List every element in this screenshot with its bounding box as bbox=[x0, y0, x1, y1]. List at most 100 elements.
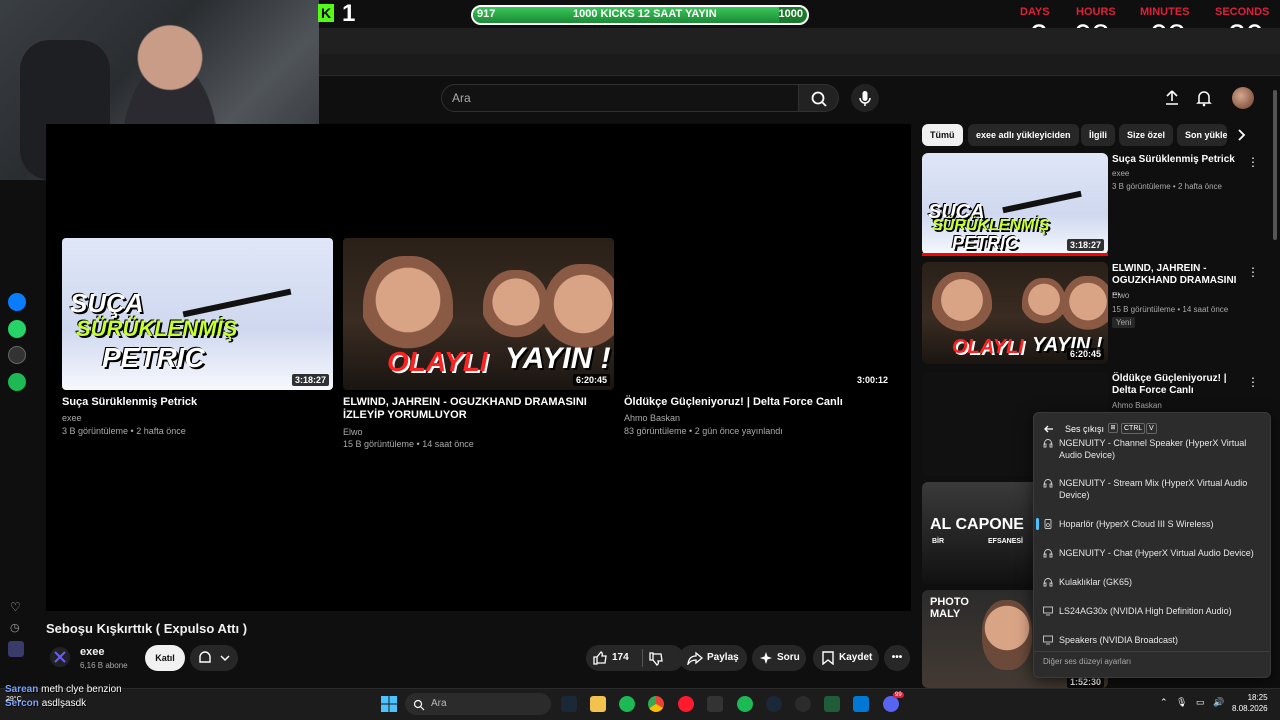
like-count[interactable]: 174 bbox=[612, 645, 629, 671]
system-clock[interactable]: 18:25 8.08.2026 bbox=[1232, 692, 1268, 714]
chevron-right-icon[interactable] bbox=[1236, 128, 1248, 142]
subscriber-count: 6,16 B abone bbox=[80, 661, 128, 670]
heart-icon[interactable]: ♡ bbox=[10, 600, 21, 614]
audio-device-list[interactable]: NGENUITY - Channel Speaker (HyperX Virtu… bbox=[1034, 435, 1270, 655]
sidebar-video-3-channel[interactable]: Ahmo Baskan bbox=[1112, 400, 1162, 412]
weather-widget[interactable]: 29°C bbox=[6, 696, 22, 703]
terminal-icon[interactable] bbox=[824, 696, 840, 712]
spotify-2-icon[interactable] bbox=[737, 696, 753, 712]
chrome-icon[interactable] bbox=[648, 696, 664, 712]
search-input[interactable]: Ara bbox=[441, 84, 799, 112]
audio-device-nvidia-broadcast[interactable]: Speakers (NVIDIA Broadcast) bbox=[1034, 634, 1270, 646]
spotify-taskbar-icon[interactable] bbox=[619, 696, 635, 712]
end-card-1-title[interactable]: Suça Sürüklenmiş Petrick bbox=[62, 396, 333, 409]
microphone-tray-icon[interactable]: 🎙 bbox=[1176, 697, 1187, 708]
duration-badge: 3:18:27 bbox=[1066, 239, 1104, 251]
end-card-2-thumbnail[interactable]: OLAYLI YAYIN ! 6:20:45 bbox=[343, 238, 614, 390]
windows-start-icon[interactable] bbox=[381, 696, 397, 712]
steam-icon[interactable] bbox=[561, 696, 577, 712]
bell-chevron-icon bbox=[199, 651, 230, 663]
kick-logo-icon: K bbox=[318, 4, 334, 22]
end-card-1-channel[interactable]: exee bbox=[62, 412, 82, 425]
upload-icon[interactable] bbox=[1163, 89, 1181, 107]
x-twitter-icon[interactable] bbox=[8, 346, 26, 364]
audio-device-channel-speaker[interactable]: NGENUITY - Channel Speaker (HyperX Virtu… bbox=[1034, 437, 1270, 461]
audio-device-chat[interactable]: NGENUITY - Chat (HyperX Virtual Audio De… bbox=[1034, 547, 1270, 559]
more-dots-icon: ••• bbox=[891, 652, 903, 663]
thumb-text-1: AL CAPONE bbox=[930, 516, 1024, 533]
subscription-bell-button[interactable] bbox=[190, 645, 238, 671]
store-icon[interactable] bbox=[853, 696, 869, 712]
opera-icon[interactable] bbox=[678, 696, 694, 712]
audio-device-ls24ag30x[interactable]: LS24AG30x (NVIDIA High Definition Audio) bbox=[1034, 605, 1270, 617]
sidebar-video-1-channel[interactable]: exee bbox=[1112, 168, 1129, 180]
chip-recently-uploaded[interactable]: Son yükle bbox=[1177, 124, 1227, 146]
audio-device-label: NGENUITY - Chat (HyperX Virtual Audio De… bbox=[1059, 548, 1254, 558]
steam-2-icon[interactable] bbox=[766, 696, 782, 712]
share-button[interactable]: Paylaş bbox=[679, 645, 747, 671]
sidebar-video-1-title[interactable]: Suça Sürüklenmiş Petrick bbox=[1112, 154, 1242, 166]
audio-device-label: NGENUITY - Channel Speaker (HyperX Virtu… bbox=[1059, 438, 1247, 460]
epic-games-icon[interactable] bbox=[707, 696, 723, 712]
audio-device-label: LS24AG30x (NVIDIA High Definition Audio) bbox=[1059, 606, 1232, 616]
chip-from-uploader[interactable]: exee adlı yükleyiciden bbox=[968, 124, 1079, 146]
audio-device-hyperx-cloud[interactable]: Hoparlör (HyperX Cloud III S Wireless) bbox=[1034, 518, 1270, 530]
sidebar-video-3-title[interactable]: Öldükçe Güçleniyoruz! | Delta Force Canl… bbox=[1112, 373, 1242, 397]
end-card-1-thumbnail[interactable]: SUÇA SÜRÜKLENMİŞ PETRIC 3:18:27 bbox=[62, 238, 333, 390]
chip-for-you[interactable]: Size özel bbox=[1119, 124, 1174, 146]
audio-device-stream-mix[interactable]: NGENUITY - Stream Mix (HyperX Virtual Au… bbox=[1034, 477, 1270, 501]
file-explorer-icon[interactable] bbox=[590, 696, 606, 712]
channel-avatar[interactable] bbox=[50, 647, 70, 667]
history-clock-icon[interactable]: ◷ bbox=[10, 621, 20, 634]
browser-address-bar[interactable] bbox=[319, 54, 1280, 76]
end-card-3-thumbnail[interactable]: 3:00:12 bbox=[624, 238, 895, 390]
back-arrow-icon[interactable] bbox=[1044, 424, 1054, 434]
audio-device-label: NGENUITY - Stream Mix (HyperX Virtual Au… bbox=[1059, 478, 1248, 500]
video-player[interactable]: SUÇA SÜRÜKLENMİŞ PETRIC 3:18:27 Suça Sür… bbox=[46, 124, 911, 611]
sidebar-video-1-thumbnail[interactable]: SUÇA SÜRÜKLENMİŞ PETRIC 3:18:27 bbox=[922, 153, 1108, 255]
sidebar-video-2-title[interactable]: ELWIND, JAHREIN - OGUZKHAND DRAMASINI ..… bbox=[1112, 263, 1242, 299]
end-card-3-channel[interactable]: Ahmo Baskan bbox=[624, 412, 680, 425]
timer-minutes-label: MINUTES bbox=[1140, 6, 1190, 18]
windows-key-icon: ⊞ bbox=[1108, 423, 1118, 433]
sidebar-video-3-menu-icon[interactable]: ⋮ bbox=[1247, 375, 1259, 389]
save-button[interactable]: Kaydet bbox=[813, 645, 879, 671]
taskbar-search-input[interactable]: Ara bbox=[405, 693, 551, 715]
headphones-icon bbox=[1043, 549, 1053, 558]
ask-button[interactable]: Soru bbox=[752, 645, 806, 671]
sidebar-video-1-menu-icon[interactable]: ⋮ bbox=[1247, 155, 1259, 169]
page-scrollbar[interactable] bbox=[1273, 90, 1277, 240]
thumbs-up-icon[interactable] bbox=[592, 650, 608, 666]
thumb-text-2: YAYIN ! bbox=[505, 342, 611, 375]
discord-icon[interactable] bbox=[883, 696, 899, 712]
xbox-icon[interactable] bbox=[795, 696, 811, 712]
whatsapp-icon[interactable] bbox=[8, 320, 26, 338]
thumbs-down-icon[interactable] bbox=[648, 651, 664, 667]
search-icon bbox=[811, 91, 827, 107]
wallet-icon[interactable] bbox=[8, 641, 24, 657]
end-card-3-title[interactable]: Öldükçe Güçleniyoruz! | Delta Force Canl… bbox=[624, 396, 895, 409]
sidebar-video-2-thumbnail[interactable]: OLAYLI YAYIN ! 6:20:45 bbox=[922, 262, 1108, 364]
end-card-2-title[interactable]: ELWIND, JAHREIN - OGUZKHAND DRAMASINI İZ… bbox=[343, 396, 618, 422]
account-avatar[interactable] bbox=[1232, 87, 1254, 109]
network-icon[interactable]: ▭ bbox=[1196, 697, 1205, 708]
sidebar-video-2-channel[interactable]: Elwo bbox=[1112, 290, 1129, 302]
chip-related[interactable]: İlgili bbox=[1081, 124, 1115, 146]
more-actions-button[interactable]: ••• bbox=[884, 645, 910, 671]
more-volume-settings-link[interactable]: Diğer ses düzeyi ayarları bbox=[1043, 657, 1131, 666]
shortcut-ctrl: CTRL bbox=[1121, 423, 1146, 434]
channel-name[interactable]: exee bbox=[80, 646, 104, 658]
sidebar-video-2-menu-icon[interactable]: ⋮ bbox=[1247, 265, 1259, 279]
tray-chevron-icon[interactable]: ⌃ bbox=[1160, 697, 1168, 708]
voice-search-button[interactable] bbox=[851, 84, 879, 112]
audio-device-gk65[interactable]: Kulaklıklar (GK65) bbox=[1034, 576, 1270, 588]
rifle-graphic bbox=[182, 288, 292, 318]
audio-output-panel: Ses çıkışı ⊞ CTRL V NGENUITY - Channel S… bbox=[1033, 412, 1271, 678]
notifications-bell-icon[interactable] bbox=[1195, 89, 1213, 107]
volume-icon[interactable]: 🔊 bbox=[1213, 697, 1224, 708]
spotify-icon[interactable] bbox=[8, 373, 26, 391]
chip-all[interactable]: Tümü bbox=[922, 124, 963, 146]
messenger-icon[interactable] bbox=[8, 293, 26, 311]
search-button[interactable] bbox=[799, 84, 839, 112]
join-button[interactable]: Katıl bbox=[145, 645, 185, 671]
